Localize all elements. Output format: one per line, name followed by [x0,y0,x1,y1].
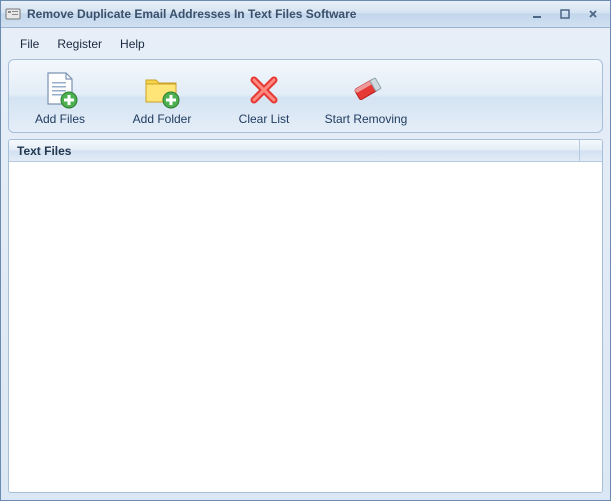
file-list-panel: Text Files [8,139,603,493]
menu-help[interactable]: Help [112,35,153,53]
add-files-label: Add Files [35,113,85,126]
window-controls [524,6,606,22]
clear-list-label: Clear List [239,113,290,126]
column-header-text-files[interactable]: Text Files [9,140,580,161]
add-folder-label: Add Folder [133,113,192,126]
menu-register[interactable]: Register [49,35,110,53]
app-icon [5,6,21,22]
column-header-spacer [580,140,602,161]
start-removing-button[interactable]: Start Removing [315,66,417,128]
client-area: File Register Help Add Files [1,28,610,500]
minimize-button[interactable] [524,6,550,22]
list-header: Text Files [9,140,602,162]
window-title: Remove Duplicate Email Addresses In Text… [27,7,524,21]
add-files-button[interactable]: Add Files [9,66,111,128]
file-add-icon [36,70,84,110]
title-bar: Remove Duplicate Email Addresses In Text… [1,1,610,28]
add-folder-button[interactable]: Add Folder [111,66,213,128]
delete-x-icon [240,70,288,110]
clear-list-button[interactable]: Clear List [213,66,315,128]
start-removing-label: Start Removing [325,113,408,126]
close-button[interactable] [580,6,606,22]
toolbar: Add Files Add Folder [8,59,603,133]
folder-add-icon [138,70,186,110]
list-body[interactable] [9,162,602,492]
eraser-icon [342,70,390,110]
menu-file[interactable]: File [12,35,47,53]
menu-bar: File Register Help [6,31,605,59]
maximize-button[interactable] [552,6,578,22]
